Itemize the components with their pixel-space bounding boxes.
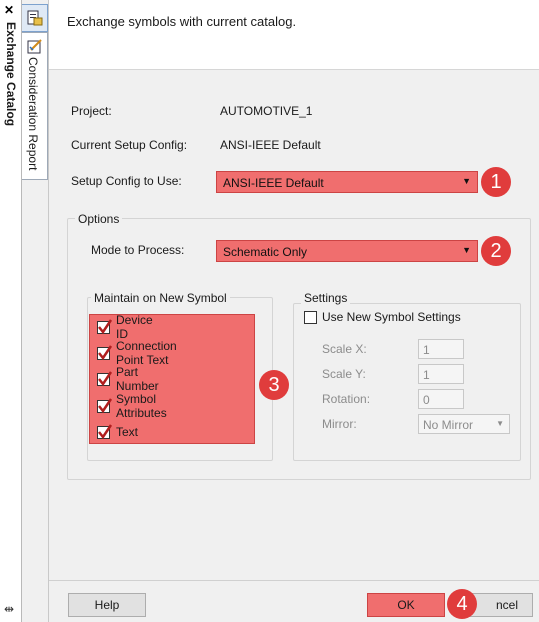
checkbox-label: Connection Point Text: [116, 339, 177, 367]
footer-bar: Help OK ncel 4: [49, 580, 539, 622]
checkbox-box[interactable]: [97, 397, 113, 413]
palette-tabs: Consideration Report: [22, 0, 48, 622]
mirror-select[interactable]: No Mirror ▼: [418, 414, 510, 434]
mode-value: Schematic Only: [223, 245, 308, 259]
scale-x-input[interactable]: 1: [418, 339, 464, 359]
palette-rail: ✕ Exchange Catalog ⇹: [0, 0, 22, 622]
dropdown-arrow-icon: ▼: [462, 245, 471, 255]
checkbox-box[interactable]: [97, 344, 113, 360]
checkbox-label: Part Number: [116, 365, 159, 393]
checkbox-label: Symbol Attributes: [116, 392, 167, 420]
checkbox-connection-point-text[interactable]: Connection Point Text: [97, 339, 177, 367]
callout-badge-4: 4: [447, 589, 477, 619]
use-new-settings-checkbox[interactable]: Use New Symbol Settings: [304, 310, 461, 324]
checkbox-part-number[interactable]: Part Number: [97, 365, 159, 393]
dropdown-arrow-icon: ▼: [496, 419, 504, 428]
scale-y-label: Scale Y:: [322, 367, 366, 381]
checkbox-box[interactable]: [97, 370, 113, 386]
checkbox-label: Text: [116, 425, 139, 439]
settings-title: Settings: [301, 291, 351, 305]
exchange-catalog-icon: [27, 10, 43, 26]
setup-to-use-label: Setup Config to Use:: [71, 174, 182, 188]
ok-button[interactable]: OK: [367, 593, 445, 617]
mirror-value: No Mirror: [423, 418, 473, 432]
project-label: Project:: [71, 104, 112, 118]
callout-badge-2: 2: [481, 236, 511, 266]
dropdown-arrow-icon: ▼: [462, 176, 471, 186]
mode-label: Mode to Process:: [91, 243, 185, 257]
help-button[interactable]: Help: [68, 593, 146, 617]
callout-badge-3: 3: [259, 370, 289, 400]
setup-config-dropdown[interactable]: ANSI-IEEE Default ▼: [216, 171, 478, 193]
mirror-label: Mirror:: [322, 417, 357, 431]
scale-y-input[interactable]: 1: [418, 364, 464, 384]
setup-config-value: ANSI-IEEE Default: [223, 176, 324, 190]
checkbox-label: Device ID: [116, 313, 153, 341]
mode-dropdown[interactable]: Schematic Only ▼: [216, 240, 478, 262]
use-new-settings-label: Use New Symbol Settings: [322, 310, 461, 324]
palette-title: Exchange Catalog: [4, 22, 18, 127]
current-setup-value: ANSI-IEEE Default: [220, 138, 321, 152]
checkbox-box[interactable]: [97, 318, 113, 334]
report-icon: [27, 39, 42, 54]
close-icon[interactable]: ✕: [4, 4, 14, 16]
checkbox-box[interactable]: [97, 423, 113, 439]
rotation-label: Rotation:: [322, 392, 371, 406]
settings-group: [293, 303, 521, 461]
current-setup-label: Current Setup Config:: [71, 138, 188, 152]
header-description: Exchange symbols with current catalog.: [67, 14, 297, 29]
checkbox-box[interactable]: [304, 310, 317, 324]
auto-hide-icon[interactable]: ⇹: [4, 602, 14, 616]
checkbox-device-id[interactable]: Device ID: [97, 313, 153, 341]
options-title: Options: [75, 212, 123, 226]
maintain-title: Maintain on New Symbol: [91, 291, 230, 305]
checkbox-symbol-attributes[interactable]: Symbol Attributes: [97, 392, 167, 420]
header-banner: Exchange symbols with current catalog.: [49, 0, 539, 70]
project-value: AUTOMOTIVE_1: [220, 104, 313, 118]
rotation-input[interactable]: 0: [418, 389, 464, 409]
checkbox-text[interactable]: Text: [97, 423, 138, 441]
main-panel: Exchange symbols with current catalog. P…: [48, 0, 539, 622]
tab-consideration-label: Consideration Report: [26, 57, 40, 171]
scale-x-label: Scale X:: [322, 342, 367, 356]
tab-exchange[interactable]: [22, 4, 48, 32]
tab-consideration-report[interactable]: Consideration Report: [22, 32, 48, 180]
callout-badge-1: 1: [481, 167, 511, 197]
